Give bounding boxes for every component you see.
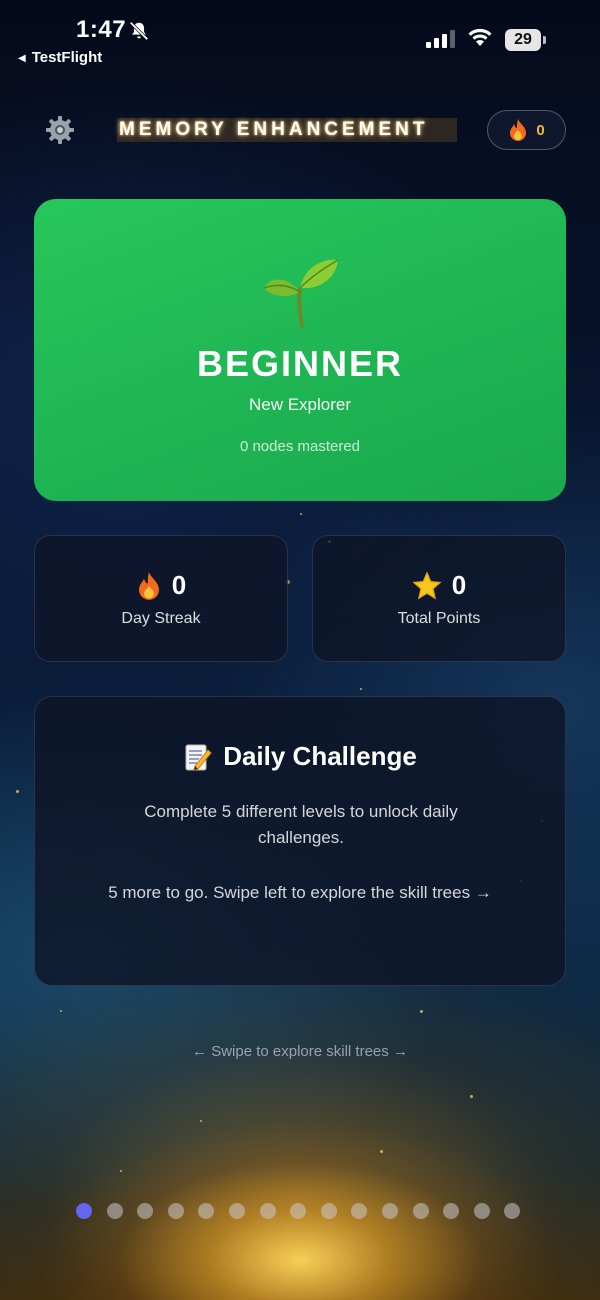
page-dot[interactable] <box>443 1203 460 1219</box>
day-streak-label: Day Streak <box>121 610 201 627</box>
app-title: MEMORY ENHANCEMENT <box>117 118 457 142</box>
page-dot[interactable] <box>137 1203 154 1219</box>
bell-muted-icon <box>129 21 149 41</box>
page-dot[interactable] <box>320 1203 337 1219</box>
back-app-label: TestFlight <box>31 49 103 66</box>
status-bar: 1:47 ◀ TestFlight 29 <box>0 0 600 80</box>
fire-icon <box>510 119 527 141</box>
swipe-hint: ← Swipe to explore skill trees → <box>192 1043 408 1060</box>
fire-icon <box>138 571 159 600</box>
streak-count: 0 <box>536 121 545 139</box>
settings-gear-icon[interactable] <box>44 114 76 146</box>
page-dot[interactable] <box>504 1203 521 1219</box>
back-triangle-icon: ◀ <box>18 53 26 64</box>
day-streak-card: 0 Day Streak <box>34 535 288 662</box>
nodes-mastered-text: 0 nodes mastered <box>239 438 361 455</box>
page-dot[interactable] <box>198 1203 215 1219</box>
level-name: BEGINNER <box>196 343 404 384</box>
page-indicator[interactable] <box>76 1203 521 1219</box>
page-dot[interactable] <box>290 1203 307 1219</box>
page-dot[interactable] <box>381 1203 398 1219</box>
cellular-signal-icon <box>426 30 455 48</box>
page-dot[interactable] <box>412 1203 429 1219</box>
total-points-card: 0 Total Points <box>312 535 566 662</box>
back-to-app-link[interactable]: ◀ TestFlight <box>18 49 102 66</box>
star-icon <box>412 570 442 600</box>
page-dot[interactable] <box>167 1203 184 1219</box>
page-dot[interactable] <box>351 1203 368 1219</box>
page-dot[interactable] <box>259 1203 276 1219</box>
daily-challenge-card[interactable]: Daily Challenge Complete 5 different lev… <box>34 696 566 986</box>
battery-indicator: 29 <box>505 29 541 51</box>
total-points-label: Total Points <box>397 610 481 627</box>
level-subtitle: New Explorer <box>248 395 352 414</box>
total-points-value: 0 <box>451 570 467 600</box>
page-dot[interactable] <box>76 1203 92 1219</box>
status-time: 1:47 <box>76 16 127 43</box>
seedling-icon <box>263 259 339 328</box>
page-dot[interactable] <box>228 1203 245 1219</box>
wifi-icon <box>468 28 492 46</box>
daily-challenge-hint: 5 more to go. Swipe left to explore the … <box>108 883 492 902</box>
daily-challenge-title: Daily Challenge <box>223 741 417 771</box>
page-dot[interactable] <box>473 1203 490 1219</box>
daily-challenge-description: Complete 5 different levels to unlock da… <box>144 802 458 847</box>
streak-pill[interactable]: 0 <box>487 110 566 150</box>
day-streak-value: 0 <box>171 570 187 600</box>
memo-icon <box>185 744 212 771</box>
page-dot[interactable] <box>106 1203 123 1219</box>
battery-tip <box>543 36 546 44</box>
